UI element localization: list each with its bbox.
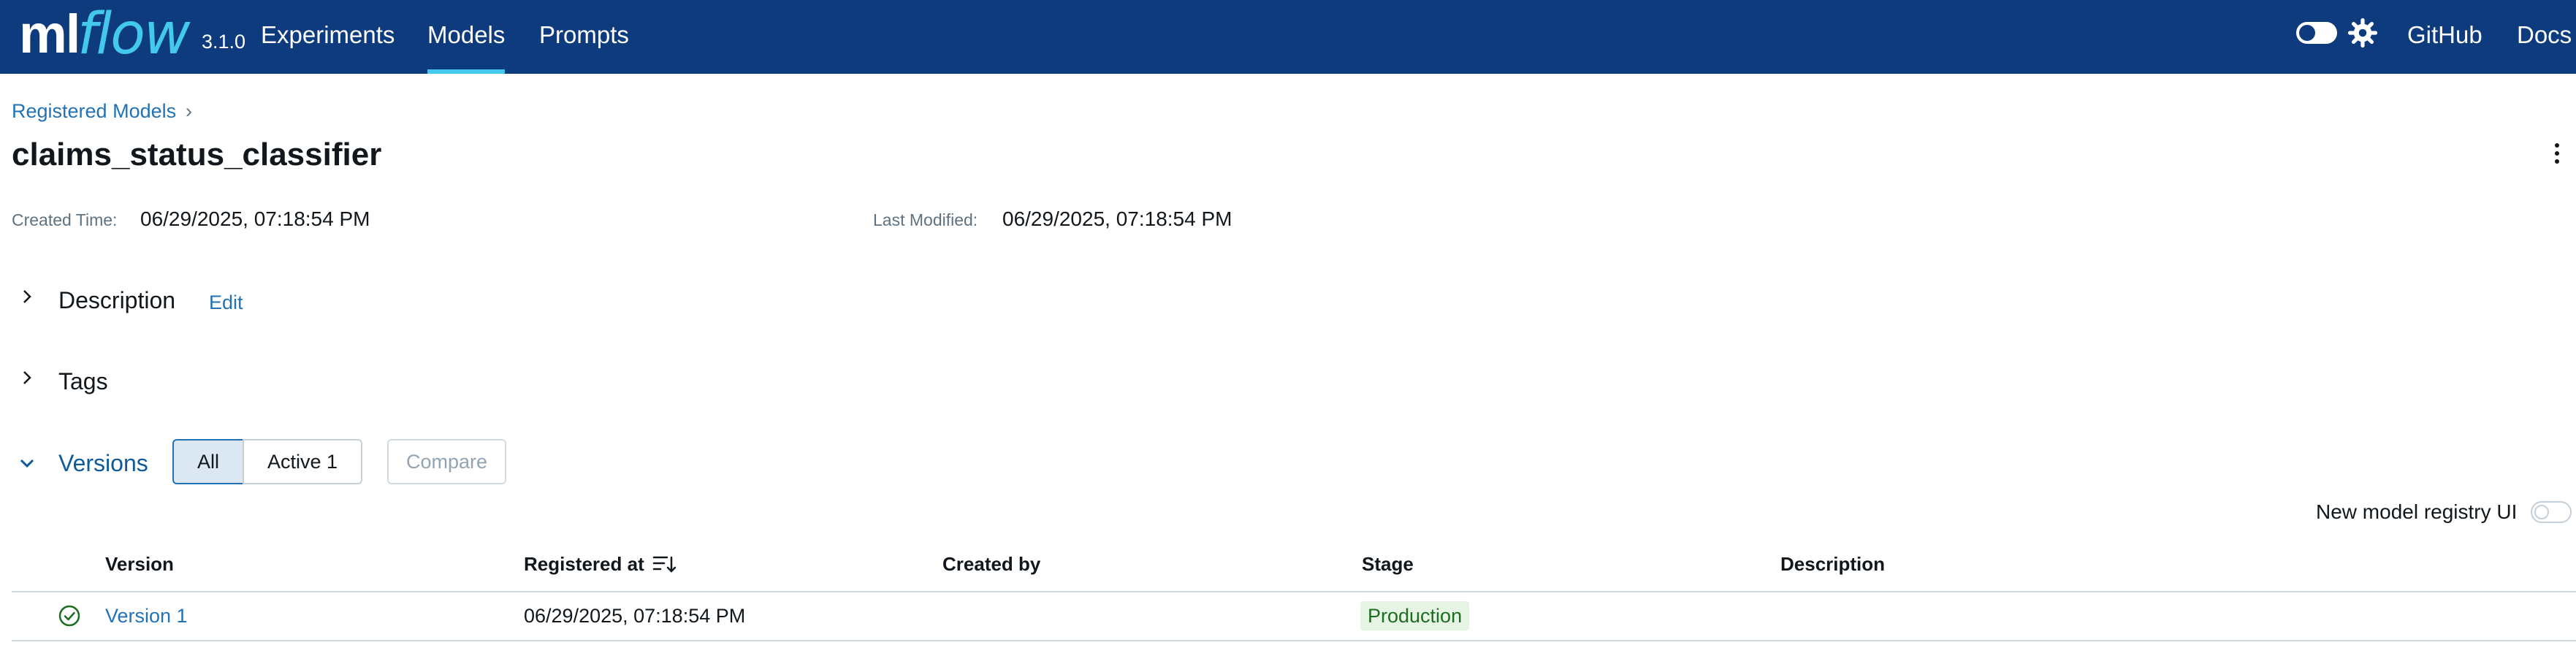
version-label: 3.1.0 [202,31,246,53]
chevron-right-icon[interactable] [18,369,36,386]
description-section-title[interactable]: Description [58,287,175,314]
versions-section-title[interactable]: Versions [58,450,148,477]
table-header-divider [12,591,2576,592]
stage-badge: Production [1360,601,1470,630]
nav-prompts[interactable]: Prompts [539,0,629,74]
chevron-right-icon[interactable] [18,288,36,305]
logo-flow-text: flow [77,1,191,67]
chevron-down-icon[interactable] [18,454,36,472]
github-link[interactable]: GitHub [2407,0,2482,70]
check-circle-icon [58,605,80,627]
last-modified-value: 06/29/2025, 07:18:54 PM [1002,207,1232,230]
filter-all-button[interactable]: All [172,439,244,484]
toggle-knob [2534,505,2549,519]
edit-description-link[interactable]: Edit [209,291,243,314]
registered-at-cell: 06/29/2025, 07:18:54 PM [524,605,746,627]
breadcrumb-registered-models[interactable]: Registered Models [12,100,176,123]
column-header-created-by[interactable]: Created by [942,553,1040,576]
more-options-icon[interactable] [2553,143,2561,169]
column-header-stage[interactable]: Stage [1362,553,1414,576]
sort-descending-icon[interactable] [652,553,677,575]
last-modified-label: Last Modified: [873,210,978,229]
created-time-label: Created Time: [12,210,118,229]
top-navbar: ml flow 3.1.0 Experiments Models Prompts… [0,0,2576,74]
created-time-value: 06/29/2025, 07:18:54 PM [140,207,370,230]
new-registry-ui-toggle[interactable] [2531,501,2572,523]
nav-experiments[interactable]: Experiments [261,0,395,74]
dark-mode-toggle[interactable] [2296,22,2337,44]
new-registry-ui-label: New model registry UI [2316,500,2518,523]
page-title: claims_status_classifier [12,137,382,172]
tags-section-title[interactable]: Tags [58,368,108,395]
compare-button[interactable]: Compare [387,439,506,484]
logo-ml-text: ml [19,4,80,64]
column-header-description[interactable]: Description [1780,553,1885,576]
docs-link[interactable]: Docs [2517,0,2572,70]
gear-icon[interactable] [2347,18,2378,48]
toggle-knob [2299,25,2315,41]
table-row-divider [12,640,2576,641]
breadcrumb-separator: › [186,100,192,122]
filter-active-button[interactable]: Active 1 [243,439,362,484]
nav-models[interactable]: Models [427,0,506,74]
column-header-registered-at[interactable]: Registered at [524,553,644,576]
column-header-version[interactable]: Version [105,553,174,576]
version-link[interactable]: Version 1 [105,605,188,628]
